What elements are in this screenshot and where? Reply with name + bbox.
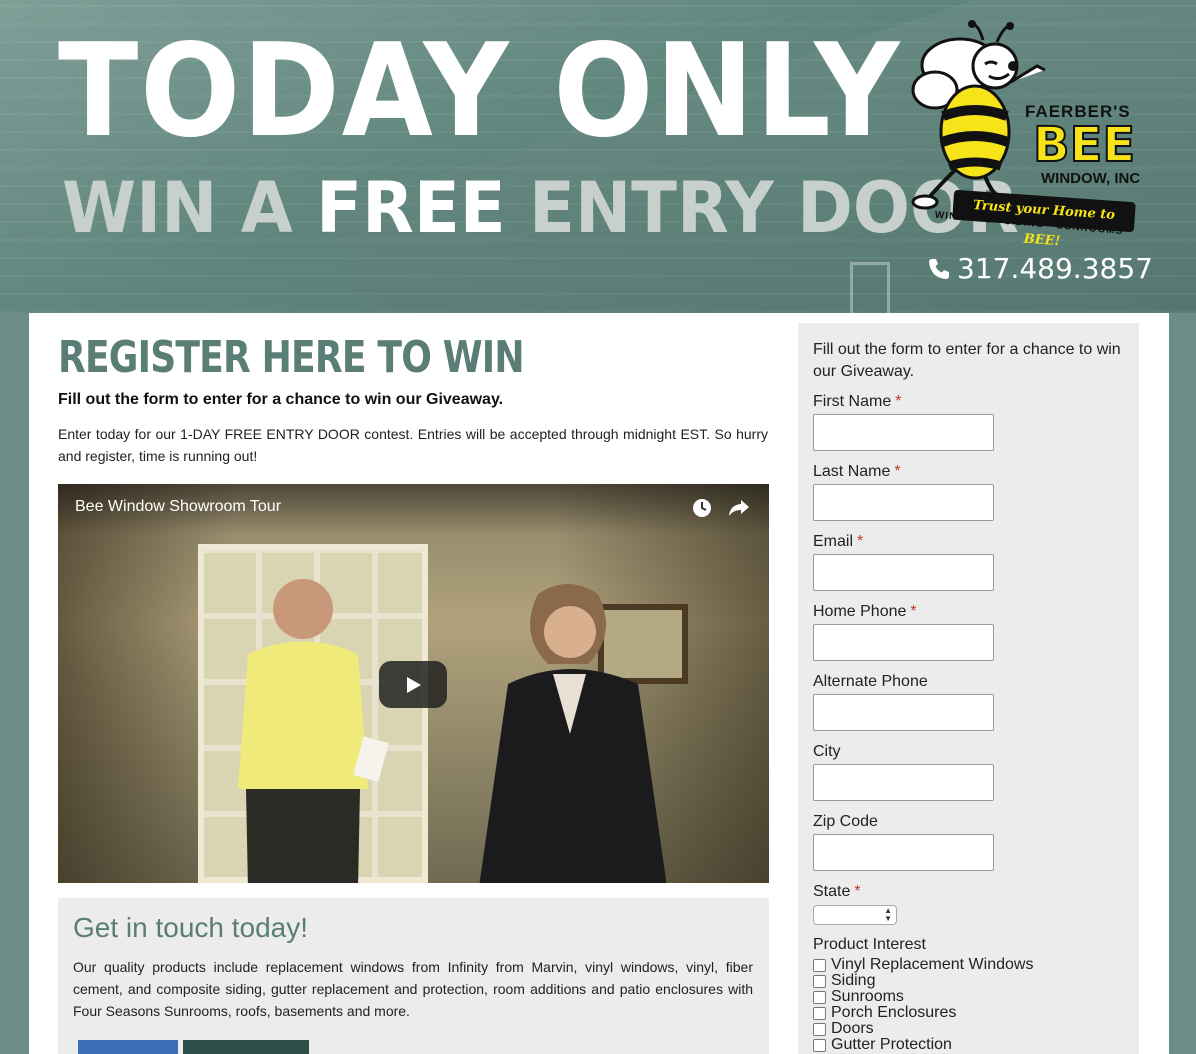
hero-subheadline: WIN A FREE ENTRY DOOR	[62, 168, 1019, 248]
zip-code-label: Zip Code	[813, 813, 878, 831]
product-option[interactable]: Porch Enclosures	[813, 1005, 1133, 1021]
product-option-label: Vinyl Replacement Windows	[831, 956, 1034, 973]
contact-button-secondary[interactable]	[183, 1040, 309, 1054]
first-name-label-text: First Name	[813, 393, 892, 410]
register-subtitle: Fill out the form to enter for a chance …	[58, 391, 504, 408]
hero-subhead-strong: FREE	[316, 167, 506, 249]
get-in-touch-box: Get in touch today! Our quality products…	[58, 898, 769, 1054]
city-label-text: City	[813, 743, 841, 760]
checkbox[interactable]	[813, 1006, 826, 1020]
required-mark: *	[895, 393, 902, 410]
bee-window-logo[interactable]: FAERBER'S BEE WINDOW, INC Trust your Hom…	[905, 20, 1145, 249]
required-mark: *	[857, 533, 864, 550]
share-icon[interactable]	[728, 498, 750, 518]
content-panel: REGISTER HERE TO WIN Fill out the form t…	[29, 313, 1169, 1054]
required-mark: *	[910, 603, 917, 620]
registration-form: Fill out the form to enter for a chance …	[798, 323, 1139, 1054]
select-arrows-icon: ▲ ▼	[884, 906, 892, 923]
product-option[interactable]: Siding	[813, 973, 1133, 989]
last-name-input[interactable]	[813, 484, 994, 521]
state-label: State *	[813, 883, 861, 901]
alternate-phone-label: Alternate Phone	[813, 673, 928, 691]
required-mark: *	[854, 883, 861, 900]
product-option-label: Siding	[831, 972, 876, 989]
city-label: City	[813, 743, 841, 761]
city-input[interactable]	[813, 764, 994, 801]
register-title: REGISTER HERE TO WIN	[58, 332, 525, 383]
product-interest-label: Product Interest	[813, 936, 926, 953]
phone-number: 317.489.3857	[957, 252, 1153, 285]
email-label-text: Email	[813, 533, 854, 550]
zip-code-input[interactable]	[813, 834, 994, 871]
checkbox[interactable]	[813, 990, 826, 1004]
house-window	[850, 262, 890, 313]
checkbox[interactable]	[813, 1038, 826, 1052]
checkbox[interactable]	[813, 958, 826, 972]
product-interest-group: Vinyl Replacement Windows Siding Sunroom…	[813, 957, 1133, 1053]
phone-icon	[929, 258, 949, 279]
required-mark: *	[894, 463, 901, 480]
alternate-phone-label-text: Alternate Phone	[813, 673, 928, 690]
product-option-label: Doors	[831, 1020, 874, 1037]
email-input[interactable]	[813, 554, 994, 591]
first-name-label: First Name *	[813, 393, 901, 411]
state-select[interactable]: ▲ ▼	[813, 905, 897, 925]
product-option-label: Gutter Protection	[831, 1036, 952, 1053]
product-option[interactable]: Sunrooms	[813, 989, 1133, 1005]
hero-banner: TODAY ONLY WIN A FREE ENTRY DOOR FAERBER…	[0, 0, 1196, 313]
hero-subhead-pre: WIN A	[62, 167, 293, 249]
logo-name-sub: WINDOW, INC	[1041, 170, 1141, 187]
checkbox[interactable]	[813, 1022, 826, 1036]
register-body: Enter today for our 1-DAY FREE ENTRY DOO…	[58, 426, 768, 464]
contact-button-primary[interactable]	[78, 1040, 178, 1054]
video-title[interactable]: Bee Window Showroom Tour	[75, 498, 281, 516]
video-player[interactable]: Bee Window Showroom Tour	[58, 484, 769, 883]
watch-later-icon[interactable]	[692, 498, 712, 518]
zip-code-label-text: Zip Code	[813, 813, 878, 830]
form-intro: Fill out the form to enter for a chance …	[813, 341, 1121, 380]
phone-link[interactable]: 317.489.3857	[927, 252, 1153, 285]
get-in-touch-body: Our quality products include replacement…	[73, 959, 753, 1019]
checkbox[interactable]	[813, 974, 826, 988]
email-label: Email *	[813, 533, 863, 551]
state-label-text: State	[813, 883, 851, 900]
get-in-touch-title: Get in touch today!	[73, 912, 309, 943]
home-phone-label: Home Phone *	[813, 603, 917, 621]
hero-headline: TODAY ONLY	[58, 17, 902, 166]
last-name-label: Last Name *	[813, 463, 901, 481]
first-name-input[interactable]	[813, 414, 994, 451]
product-option-label: Porch Enclosures	[831, 1004, 957, 1021]
play-icon	[407, 676, 421, 693]
logo-name-main: BEE	[1032, 117, 1136, 173]
product-option-label: Sunrooms	[831, 988, 904, 1005]
home-phone-input[interactable]	[813, 624, 994, 661]
video-frame-woman	[479, 584, 667, 883]
home-phone-label-text: Home Phone	[813, 603, 907, 620]
video-frame-man	[238, 579, 389, 883]
last-name-label-text: Last Name	[813, 463, 891, 480]
product-option[interactable]: Doors	[813, 1021, 1133, 1037]
product-option[interactable]: Vinyl Replacement Windows	[813, 957, 1133, 973]
product-option[interactable]: Gutter Protection	[813, 1037, 1133, 1053]
alternate-phone-input[interactable]	[813, 694, 994, 731]
play-button[interactable]	[379, 661, 447, 708]
